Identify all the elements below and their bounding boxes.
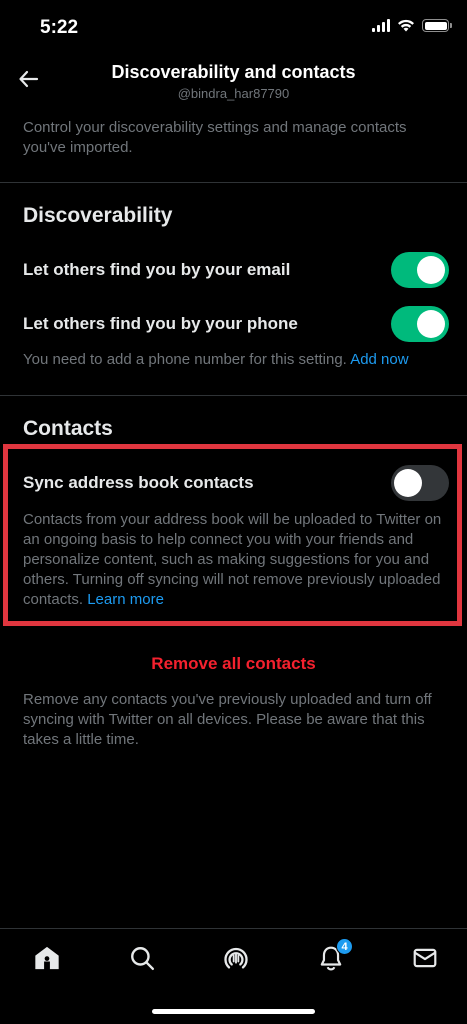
home-icon xyxy=(35,946,59,970)
highlight-annotation-box xyxy=(3,444,462,626)
intro-text: Control your discoverability settings an… xyxy=(23,119,407,156)
contacts-title: Contacts xyxy=(23,417,113,440)
account-handle: @bindra_har87790 xyxy=(177,86,290,101)
status-time: 5:22 xyxy=(40,17,79,38)
remove-all-contacts-button[interactable]: Remove all contacts xyxy=(0,654,467,674)
email-discoverability-toggle[interactable] xyxy=(391,252,449,288)
cellular-signal-icon xyxy=(372,19,390,32)
divider xyxy=(0,395,467,396)
discoverability-title: Discoverability xyxy=(23,204,173,227)
nav-notifications[interactable]: 4 xyxy=(316,938,353,973)
search-icon xyxy=(131,947,155,971)
status-bar: 5:22 xyxy=(0,0,467,52)
wifi-icon xyxy=(398,19,414,32)
phone-discoverability-label: Let others find you by your phone xyxy=(23,314,298,333)
home-indicator xyxy=(152,1009,315,1014)
header: Discoverability and contacts @bindra_har… xyxy=(0,52,467,106)
toggle-knob xyxy=(417,310,445,338)
page-title: Discoverability and contacts xyxy=(111,62,356,82)
phone-helper-text: You need to add a phone number for this … xyxy=(23,350,463,370)
phone-helper-message: You need to add a phone number for this … xyxy=(23,351,347,368)
toggle-knob xyxy=(417,256,445,284)
status-icons xyxy=(372,19,452,32)
notification-count-badge: 4 xyxy=(336,938,353,955)
nav-search[interactable] xyxy=(127,943,157,973)
email-discoverability-label: Let others find you by your email xyxy=(23,260,291,279)
nav-spaces[interactable] xyxy=(221,943,251,973)
nav-home[interactable] xyxy=(32,943,62,973)
battery-icon xyxy=(422,19,452,32)
phone-discoverability-toggle[interactable] xyxy=(391,306,449,342)
spaces-icon xyxy=(224,947,248,969)
messages-icon xyxy=(413,948,437,968)
add-now-link[interactable]: Add now xyxy=(350,351,408,368)
nav-messages[interactable] xyxy=(410,943,440,973)
divider xyxy=(0,182,467,183)
remove-description: Remove any contacts you've previously up… xyxy=(23,691,432,748)
